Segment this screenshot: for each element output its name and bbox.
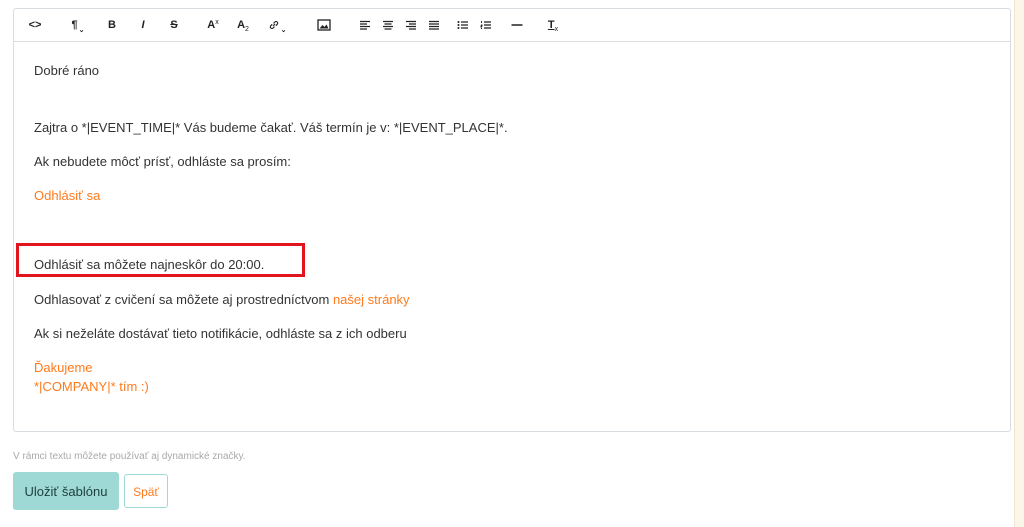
subscript-icon: A <box>237 19 246 31</box>
clear-formatting-icon: T <box>547 19 555 31</box>
subscript-mark: 2 <box>245 26 249 33</box>
page-side-strip <box>1014 0 1024 527</box>
align-justify-icon <box>429 20 439 30</box>
unsubscribe-intro-line: Ak nebudete môcť prísť, odhláste sa pros… <box>34 154 291 169</box>
paragraph-icon: ¶ <box>71 19 78 31</box>
link-icon <box>269 21 278 30</box>
greeting-line: Dobré ráno <box>34 63 100 78</box>
chevron-down-icon: ⌄ <box>280 27 287 34</box>
paragraph-format-button[interactable]: ¶⌄ <box>67 14 89 36</box>
chevron-down-icon: ⌄ <box>78 27 85 34</box>
website-line-text: Odhlasovať z cvičení sa môžete aj prostr… <box>34 292 333 307</box>
align-justify-button[interactable] <box>427 14 441 36</box>
superscript-mark: x <box>215 19 219 26</box>
unsubscribe-link[interactable]: Odhlásiť sa <box>34 188 100 203</box>
editor-toolbar: <> ¶⌄ B I S Ax A2 ⌄ Tx <box>14 9 1010 42</box>
bold-icon: B <box>108 19 116 31</box>
numbered-list-button[interactable] <box>479 14 493 36</box>
website-link[interactable]: našej stránky <box>333 292 410 307</box>
numbered-list-icon <box>480 21 491 30</box>
code-icon: <> <box>28 19 42 31</box>
horizontal-rule-button[interactable] <box>509 14 525 36</box>
strikethrough-icon: S <box>170 19 178 31</box>
website-line: Odhlasovať z cvičení sa môžete aj prostr… <box>34 292 410 307</box>
bullet-list-icon <box>457 21 468 30</box>
align-left-button[interactable] <box>358 14 372 36</box>
signature-line: *|COMPANY|* tím :) <box>34 379 149 394</box>
highlight-box <box>16 243 305 277</box>
back-button[interactable]: Späť <box>124 474 168 508</box>
align-right-button[interactable] <box>404 14 418 36</box>
image-icon <box>317 19 331 31</box>
italic-button[interactable]: I <box>136 14 150 36</box>
source-code-button[interactable]: <> <box>25 14 45 36</box>
strikethrough-button[interactable]: S <box>167 14 181 36</box>
subscript-button[interactable]: A2 <box>233 14 253 36</box>
rich-text-editor: <> ¶⌄ B I S Ax A2 ⌄ Tx Dobré ráno Zajtra… <box>13 8 1011 432</box>
dynamic-tags-hint: V rámci textu môžete používať aj dynamic… <box>13 451 246 462</box>
thanks-line: Ďakujeme <box>34 360 93 375</box>
link-button[interactable]: ⌄ <box>265 14 289 36</box>
editor-content[interactable]: Dobré ráno Zajtra o *|EVENT_TIME|* Vás b… <box>14 42 1010 431</box>
notifications-line: Ak si neželáte dostávať tieto notifikáci… <box>34 326 407 341</box>
align-right-icon <box>406 20 416 30</box>
align-left-icon <box>360 20 370 30</box>
align-center-button[interactable] <box>381 14 395 36</box>
superscript-button[interactable]: Ax <box>204 14 222 36</box>
bullet-list-button[interactable] <box>456 14 470 36</box>
italic-icon: I <box>141 19 145 31</box>
clear-formatting-button[interactable]: Tx <box>545 14 561 36</box>
bold-button[interactable]: B <box>105 14 119 36</box>
horizontal-rule-icon <box>511 24 523 26</box>
event-line: Zajtra o *|EVENT_TIME|* Vás budeme čakať… <box>34 120 508 135</box>
save-template-button[interactable]: Uložiť šablónu <box>13 472 119 510</box>
insert-image-button[interactable] <box>315 14 333 36</box>
clear-formatting-mark: x <box>554 26 559 33</box>
align-center-icon <box>383 20 393 30</box>
